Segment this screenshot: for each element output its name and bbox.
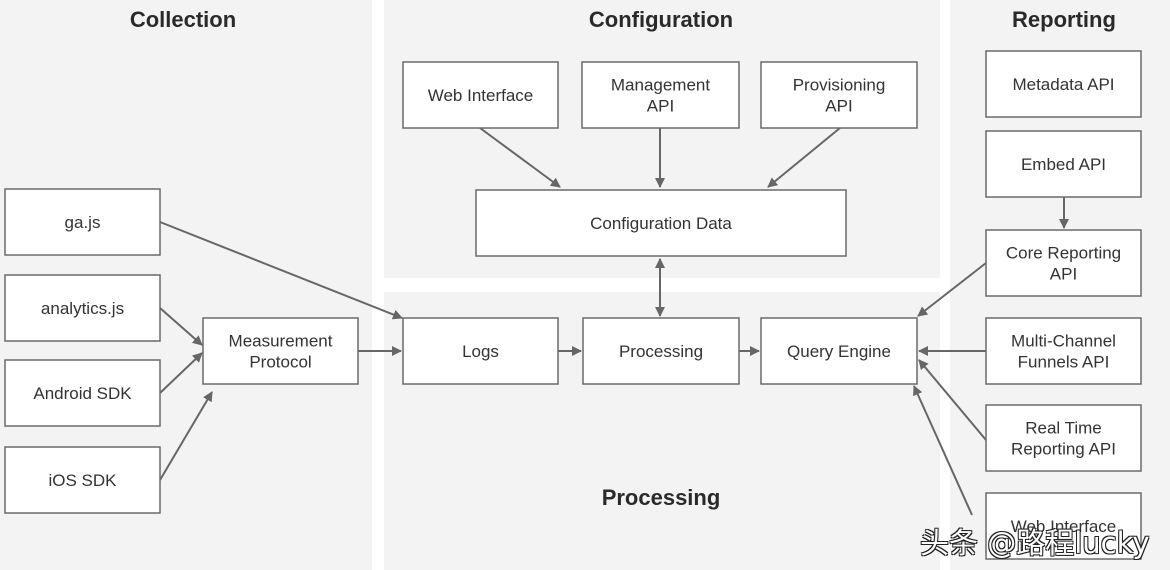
box-label: Logs xyxy=(462,342,499,361)
box-label: Metadata API xyxy=(1012,75,1114,94)
core-reporting-api-box: Core Reporting API xyxy=(985,229,1142,297)
box-label: Multi-Channel xyxy=(1011,332,1116,351)
query-engine-box: Query Engine xyxy=(760,317,918,385)
configuration-title: Configuration xyxy=(589,7,733,32)
box-label: API xyxy=(1050,265,1077,284)
ios-sdk-box: iOS SDK xyxy=(4,446,161,514)
box-label: iOS SDK xyxy=(48,471,117,490)
box-label: Protocol xyxy=(249,353,311,372)
configuration-data-box: Configuration Data xyxy=(475,189,847,257)
config-web-interface-box: Web Interface xyxy=(402,61,559,129)
box-border xyxy=(581,61,740,129)
android-sdk-box: Android SDK xyxy=(4,359,161,427)
box-label: Core Reporting xyxy=(1006,244,1121,263)
box-label: ga.js xyxy=(65,213,101,232)
collection-title: Collection xyxy=(130,7,236,32)
box-label: Management xyxy=(611,76,711,95)
multi-channel-funnels-api-box: Multi-Channel Funnels API xyxy=(985,317,1142,385)
box-label: API xyxy=(647,97,674,116)
box-label: Embed API xyxy=(1021,155,1106,174)
box-label: Android SDK xyxy=(33,384,132,403)
box-label: Reporting API xyxy=(1011,440,1116,459)
architecture-diagram: Collection Configuration Processing Repo… xyxy=(0,0,1170,570)
diagram-canvas: Collection Configuration Processing Repo… xyxy=(0,0,1170,570)
box-label: Funnels API xyxy=(1018,353,1110,372)
box-label: Provisioning xyxy=(793,76,886,95)
reporting-title: Reporting xyxy=(1012,7,1116,32)
analytics-js-box: analytics.js xyxy=(4,274,161,342)
real-time-reporting-api-box: Real Time Reporting API xyxy=(985,404,1142,472)
box-label: Measurement xyxy=(229,332,333,351)
box-label: Query Engine xyxy=(787,342,891,361)
box-border xyxy=(985,404,1142,472)
ga-js-box: ga.js xyxy=(4,188,161,256)
box-border xyxy=(985,229,1142,297)
management-api-box: Management API xyxy=(581,61,740,129)
measurement-protocol-box: Measurement Protocol xyxy=(202,317,359,385)
box-label: Configuration Data xyxy=(590,214,732,233)
box-label: Processing xyxy=(619,342,703,361)
metadata-api-box: Metadata API xyxy=(985,50,1142,118)
watermark: 头条 @路程lucky xyxy=(920,526,1150,560)
box-border xyxy=(985,317,1142,385)
provisioning-api-box: Provisioning API xyxy=(760,61,918,129)
embed-api-box: Embed API xyxy=(985,130,1142,198)
processing-title: Processing xyxy=(602,485,721,510)
processing-box: Processing xyxy=(582,317,740,385)
box-border xyxy=(760,61,918,129)
box-label: API xyxy=(825,97,852,116)
box-border xyxy=(202,317,359,385)
box-label: Web Interface xyxy=(428,86,534,105)
box-label: Real Time xyxy=(1025,419,1102,438)
logs-box: Logs xyxy=(402,317,559,385)
box-label: analytics.js xyxy=(41,299,124,318)
